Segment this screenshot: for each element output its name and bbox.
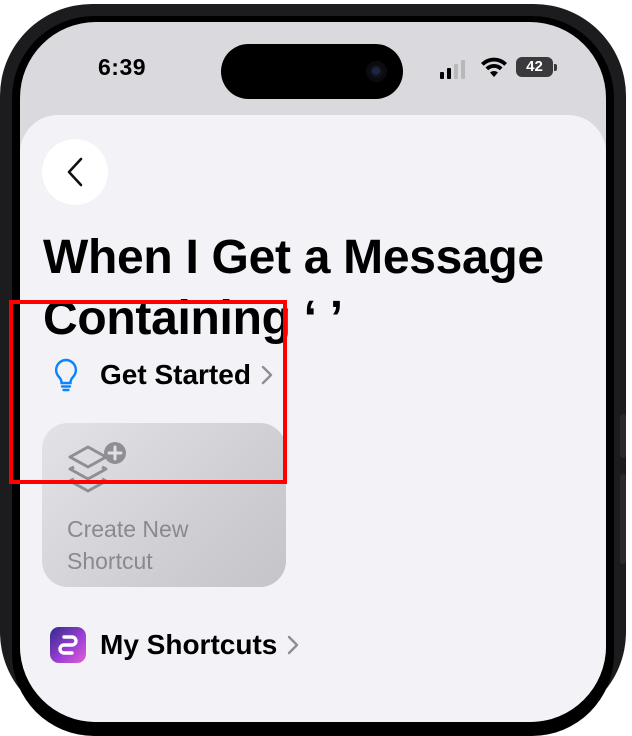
chevron-right-icon (261, 365, 273, 385)
page-title-line: Containing ‘ ’ (43, 292, 343, 345)
chevron-right-icon (288, 635, 299, 655)
create-label-line: Create New (67, 516, 189, 542)
battery-indicator: 42 (516, 57, 557, 77)
lightbulb-icon (54, 358, 78, 392)
create-label-line: Shortcut (67, 548, 153, 574)
get-started-row[interactable]: Get Started (54, 358, 273, 392)
side-button (620, 474, 626, 564)
front-camera (366, 61, 387, 82)
shortcut-add-icon (68, 442, 126, 493)
my-shortcuts-row[interactable]: My Shortcuts (50, 627, 299, 663)
back-button[interactable] (42, 139, 108, 205)
status-bar: 6:39 42 (20, 22, 606, 112)
dynamic-island (221, 44, 403, 99)
chevron-left-icon (67, 157, 83, 187)
wifi-icon (481, 57, 507, 77)
create-new-shortcut-button[interactable]: Create New Shortcut (42, 423, 286, 587)
page-title: When I Get a Message Containing ‘ ’ (43, 227, 583, 349)
shortcuts-glyph-icon (58, 635, 78, 655)
create-new-shortcut-label: Create New Shortcut (67, 513, 188, 577)
screen: 6:39 42 When I Get a Message Containing … (20, 22, 606, 722)
shortcuts-app-icon (50, 627, 86, 663)
side-button (620, 414, 626, 458)
cellular-signal-icon (440, 59, 465, 79)
get-started-label: Get Started (100, 359, 251, 390)
page-title-line: When I Get a Message (43, 231, 544, 284)
my-shortcuts-label: My Shortcuts (100, 629, 278, 660)
automation-sheet: When I Get a Message Containing ‘ ’ Get … (20, 115, 606, 722)
status-time: 6:39 (98, 54, 147, 80)
